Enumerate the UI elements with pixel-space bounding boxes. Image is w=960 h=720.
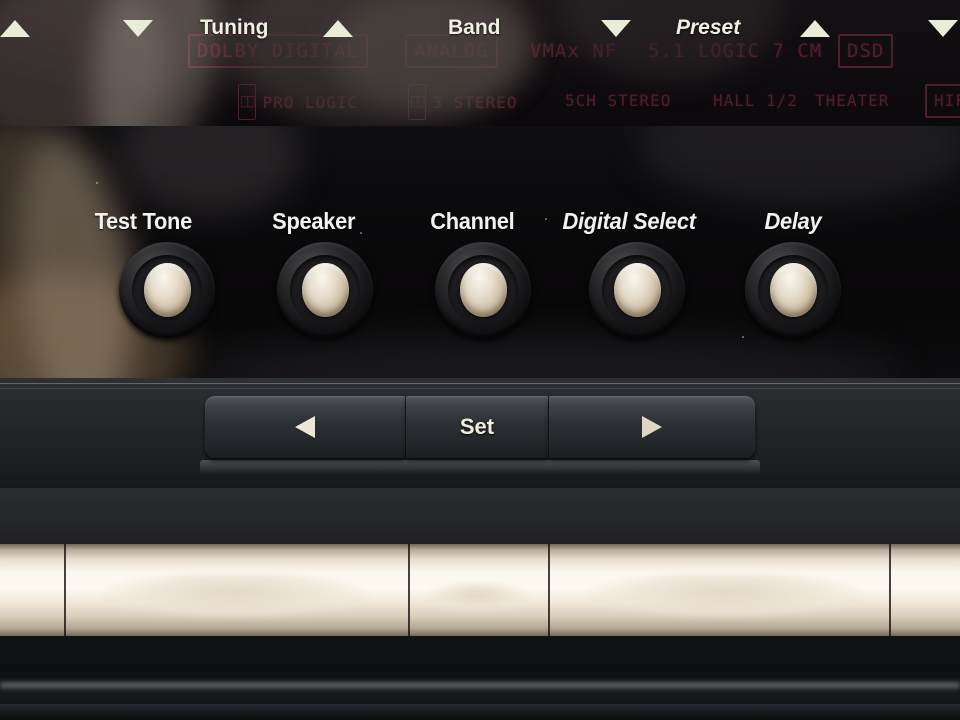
display-indicator-hall: HALL 1/2 [713, 91, 799, 110]
display-indicator-hifi: HIFI [925, 84, 960, 118]
base-reflection [0, 704, 960, 720]
button-test-tone[interactable] [119, 242, 215, 338]
chassis-base [0, 636, 960, 720]
gold-button-tuning-down[interactable] [0, 546, 64, 638]
band-left-arrow[interactable] [323, 0, 353, 56]
function-label-strip [0, 488, 960, 544]
button-cap [613, 263, 661, 317]
gold-button-preset-down[interactable] [550, 546, 888, 638]
label-delay: Delay [764, 208, 822, 234]
label-test-tone: Test Tone [94, 208, 193, 234]
label-preset: Preset [676, 0, 740, 56]
panel-hairline [0, 383, 960, 384]
display-indicator-dsd: DSD [838, 34, 894, 68]
button-channel[interactable] [435, 242, 531, 338]
dolby-logo-icon: ⎕⎕ [238, 84, 257, 120]
arrow-right-icon [642, 416, 662, 438]
triangle-down-icon [601, 19, 631, 37]
nav-right-button[interactable] [549, 396, 755, 458]
label-tuning: Tuning [200, 0, 268, 56]
faceplate-sheen-right [640, 126, 960, 206]
preset-down-arrow[interactable] [928, 0, 958, 56]
display-indicator-pro-logic: ⎕⎕ PRO LOGIC [238, 84, 359, 120]
triangle-up-icon [0, 19, 30, 37]
dust-speck [742, 336, 744, 338]
preset-text: Preset [676, 16, 741, 39]
triangle-up-icon [323, 19, 353, 37]
button-cap [459, 263, 507, 317]
faceplate-reflection-bright [0, 129, 150, 384]
panel-hairline-2 [0, 388, 960, 389]
band-right-arrow[interactable] [601, 0, 631, 56]
dust-speck [360, 232, 362, 234]
arrow-left-icon [295, 416, 315, 438]
label-channel: Channel [430, 208, 515, 234]
dolby-logo-icon-2: ⎕⎕ [408, 84, 427, 120]
display-indicator-theater: THEATER [815, 91, 890, 110]
triangle-down-icon [123, 19, 153, 37]
gold-button-tuning-up[interactable] [66, 546, 407, 638]
faceplate-sheen-top [120, 126, 300, 216]
label-band: Band [448, 0, 501, 56]
faceplate-sheen-bottom [200, 336, 900, 384]
three-stereo-text: 3 STEREO [432, 93, 518, 112]
label-speaker: Speaker [272, 208, 356, 234]
button-cap [143, 263, 191, 317]
button-delay[interactable] [745, 242, 841, 338]
button-speaker[interactable] [277, 242, 373, 338]
display-indicator-3-stereo: ⎕⎕ 3 STEREO [408, 84, 518, 120]
rocker-drop-shadow [200, 460, 760, 474]
dust-speck [96, 182, 98, 184]
band-text: Band [448, 16, 501, 39]
tuning-up-arrow[interactable] [123, 0, 153, 56]
set-button[interactable]: Set [406, 396, 548, 458]
preset-up-arrow[interactable] [800, 0, 830, 56]
dust-line [0, 680, 960, 690]
triangle-down-icon [928, 19, 958, 37]
triangle-up-icon [800, 19, 830, 37]
display-indicator-row-2: ⎕⎕ PRO LOGIC ⎕⎕ 3 STEREO 5CH STEREO HALL 1… [0, 84, 960, 120]
display-indicator-5ch-stereo: 5CH STEREO [565, 91, 672, 110]
gold-button-band[interactable] [410, 546, 547, 638]
button-cap [301, 263, 349, 317]
pro-logic-text: PRO LOGIC [262, 93, 359, 112]
button-cap [769, 263, 817, 317]
gold-button-preset-up[interactable] [891, 546, 960, 638]
label-digital-select: Digital Select [562, 208, 697, 234]
dust-speck [545, 218, 547, 220]
receiver-front-panel-photo: DOLBY DIGITAL ANALOG VMAx NF 5.1 LOGIC 7… [0, 0, 960, 720]
tuning-text: Tuning [200, 16, 269, 39]
set-button-label: Set [459, 414, 495, 439]
nav-left-button[interactable] [205, 396, 405, 458]
button-digital-select[interactable] [589, 242, 685, 338]
tuning-down-arrow[interactable] [0, 0, 30, 56]
